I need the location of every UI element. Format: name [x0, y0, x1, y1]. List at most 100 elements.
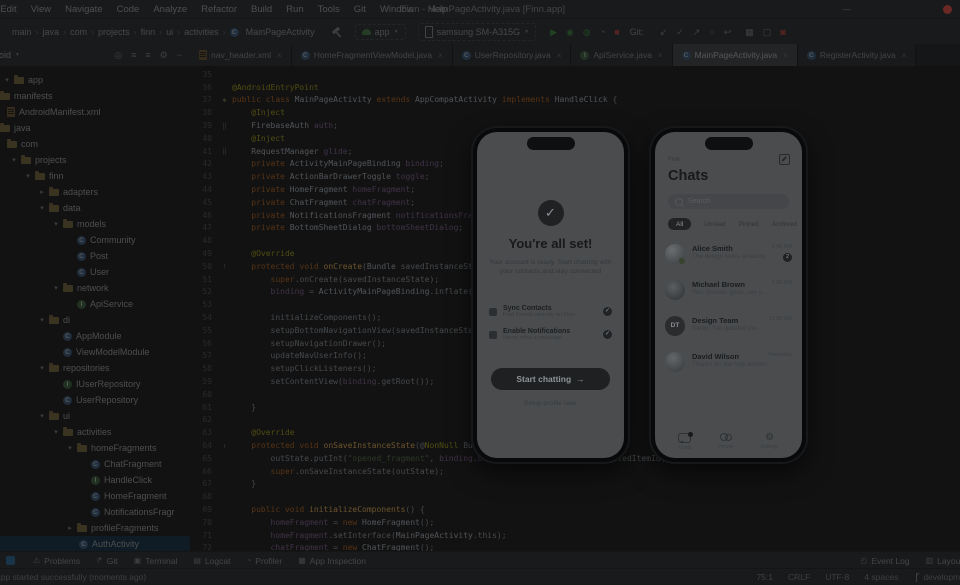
menu-build[interactable]: Build [244, 4, 279, 15]
line-ending[interactable]: CRLF [788, 572, 810, 582]
sync-project-icon[interactable]: ▦ [745, 27, 754, 38]
tool-button-git[interactable]: ↱Git [88, 556, 126, 566]
tab-MainPageActivity.java[interactable]: CMainPageActivity.java× [673, 44, 798, 66]
tab-RegisterActivity.java[interactable]: CRegisterActivity.java× [798, 44, 917, 66]
start-chatting-button[interactable]: Start chatting → [491, 368, 610, 390]
tool-window-toggle-icon[interactable] [6, 556, 15, 565]
locate-file-icon[interactable]: ◎ [114, 50, 122, 61]
filter-chip-archived[interactable]: Archived [772, 221, 797, 228]
tool-button-layout-inspector[interactable]: ▥Layout Inspector [918, 556, 960, 566]
caret-position[interactable]: 75:1 [756, 572, 773, 582]
tree-item-adapters[interactable]: ▸adapters [0, 184, 190, 200]
apply-changes-icon[interactable]: ◉ [566, 27, 574, 38]
setup-later-link[interactable]: Setup profile later [477, 400, 624, 407]
menu-refactor[interactable]: Refactor [194, 4, 244, 15]
tree-item-UserRepository[interactable]: CUserRepository [0, 392, 190, 408]
chevron-down-icon[interactable]: ▾ [21, 172, 35, 180]
tree-item-ChatFragment[interactable]: CChatFragment [0, 456, 190, 472]
close-tab-icon[interactable]: × [438, 51, 443, 60]
indent-setting[interactable]: 4 spaces [864, 572, 898, 582]
hide-panel-icon[interactable]: − [177, 50, 182, 61]
breadcrumb-class[interactable]: CMainPageActivity [230, 27, 315, 37]
history-icon[interactable]: ○ [709, 27, 714, 37]
profile-icon[interactable]: ◔ [600, 27, 605, 37]
update-project-icon[interactable]: ↙ [660, 27, 668, 38]
menu-git[interactable]: Git [347, 4, 373, 15]
close-tab-icon[interactable]: × [902, 51, 907, 60]
tool-button-profiler[interactable]: ◔Profiler [238, 556, 290, 566]
device-manager-icon[interactable]: ▢ [763, 27, 772, 38]
tree-item-NotificationsFragr[interactable]: CNotificationsFragr [0, 504, 190, 520]
tree-item-AuthActivity[interactable]: CAuthActivity [0, 536, 190, 552]
tree-item-app[interactable]: ▾app [0, 72, 190, 88]
tree-item-AndroidManifest.xml[interactable]: AndroidManifest.xml [0, 104, 190, 120]
chevron-down-icon[interactable]: ▾ [0, 76, 14, 84]
run-icon[interactable]: ▶ [550, 27, 557, 38]
tree-item-Community[interactable]: CCommunity [0, 232, 190, 248]
tree-item-User[interactable]: CUser [0, 264, 190, 280]
tree-item-AppModule[interactable]: CAppModule [0, 328, 190, 344]
stop-app-icon[interactable]: ◙ [780, 27, 785, 37]
breadcrumb-java[interactable]: java [43, 27, 60, 37]
tree-item-di[interactable]: ▾di [0, 312, 190, 328]
filter-chip-all[interactable]: All [668, 218, 691, 230]
tree-item-ViewModelModule[interactable]: CViewModelModule [0, 344, 190, 360]
chat-row-david-wilson[interactable]: David WilsonThanks for the help earlier!… [665, 346, 792, 382]
project-view-selector[interactable]: Android ▼ [0, 50, 20, 60]
chevron-down-icon[interactable]: ▾ [35, 204, 49, 212]
tree-item-com[interactable]: com [0, 136, 190, 152]
chevron-right-icon[interactable]: ▸ [35, 188, 49, 196]
push-icon[interactable]: ↗ [693, 27, 701, 38]
breadcrumb-com[interactable]: com [70, 27, 87, 37]
tool-button-event-log[interactable]: ◴Event Log [852, 556, 917, 566]
tree-item-IUserRepository[interactable]: IIUserRepository [0, 376, 190, 392]
tree-item-manifests[interactable]: manifests [0, 88, 190, 104]
tree-item-homeFragments[interactable]: ▾homeFragments [0, 440, 190, 456]
chevron-right-icon[interactable]: ▸ [63, 524, 77, 532]
compose-icon[interactable] [779, 154, 790, 165]
chevron-down-icon[interactable]: ▾ [35, 364, 49, 372]
chat-row-michael-brown[interactable]: Michael BrownYou: Sounds good, see you t… [665, 274, 792, 310]
chevron-down-icon[interactable]: ▾ [49, 428, 63, 436]
collapse-all-icon[interactable]: ≡ [145, 50, 150, 61]
tab-UserRepository.java[interactable]: CUserRepository.java× [453, 44, 572, 66]
tab-ApiService.java[interactable]: IApiService.java× [571, 44, 672, 66]
tree-item-ui[interactable]: ▾ui [0, 408, 190, 424]
git-branch[interactable]: development [913, 572, 960, 582]
minimize-icon[interactable]: — [842, 4, 851, 14]
search-input[interactable]: Search [668, 194, 789, 209]
filter-chip-unread[interactable]: Unread [704, 221, 725, 228]
menu-navigate[interactable]: Navigate [58, 4, 110, 15]
device-selector[interactable]: samsung SM-A315G ▼ [418, 23, 537, 41]
encoding[interactable]: UTF-8 [825, 572, 849, 582]
tool-button-terminal[interactable]: ▣Terminal [126, 556, 186, 566]
stop-icon[interactable]: ■ [614, 27, 619, 37]
tool-button-logcat[interactable]: ▤Logcat [185, 556, 238, 566]
menu-code[interactable]: Code [110, 4, 147, 15]
tool-button-app-inspection[interactable]: ▦App Inspection [290, 556, 374, 566]
tree-item-models[interactable]: ▾models [0, 216, 190, 232]
tree-item-network[interactable]: ▾network [0, 280, 190, 296]
tree-item-profileFragments[interactable]: ▸profileFragments [0, 520, 190, 536]
tree-item-Post[interactable]: CPost [0, 248, 190, 264]
tab-HomeFragmentViewModel.java[interactable]: CHomeFragmentViewModel.java× [292, 44, 453, 66]
run-config-selector[interactable]: app ▼ [355, 24, 406, 40]
breadcrumb-ui[interactable]: ui [166, 27, 173, 37]
close-tab-icon[interactable]: × [783, 51, 788, 60]
breadcrumb-projects[interactable]: projects [98, 27, 130, 37]
close-tab-icon[interactable]: × [277, 51, 282, 60]
filter-chip-pinned[interactable]: Pinned [739, 221, 759, 228]
menu-view[interactable]: View [24, 4, 58, 15]
menu-run[interactable]: Run [279, 4, 310, 15]
chevron-down-icon[interactable]: ▾ [63, 444, 77, 452]
expand-all-icon[interactable]: ≡ [131, 50, 136, 61]
tree-item-projects[interactable]: ▾projects [0, 152, 190, 168]
tree-item-ApiService[interactable]: IApiService [0, 296, 190, 312]
tree-item-finn[interactable]: ▾finn [0, 168, 190, 184]
nav-item-chats[interactable]: Chats [678, 433, 691, 451]
menu-analyze[interactable]: Analyze [146, 4, 194, 15]
chevron-down-icon[interactable]: ▾ [7, 156, 21, 164]
tree-item-repositories[interactable]: ▾repositories [0, 360, 190, 376]
debug-icon[interactable]: ◍ [583, 27, 591, 38]
chevron-down-icon[interactable]: ▾ [35, 412, 49, 420]
